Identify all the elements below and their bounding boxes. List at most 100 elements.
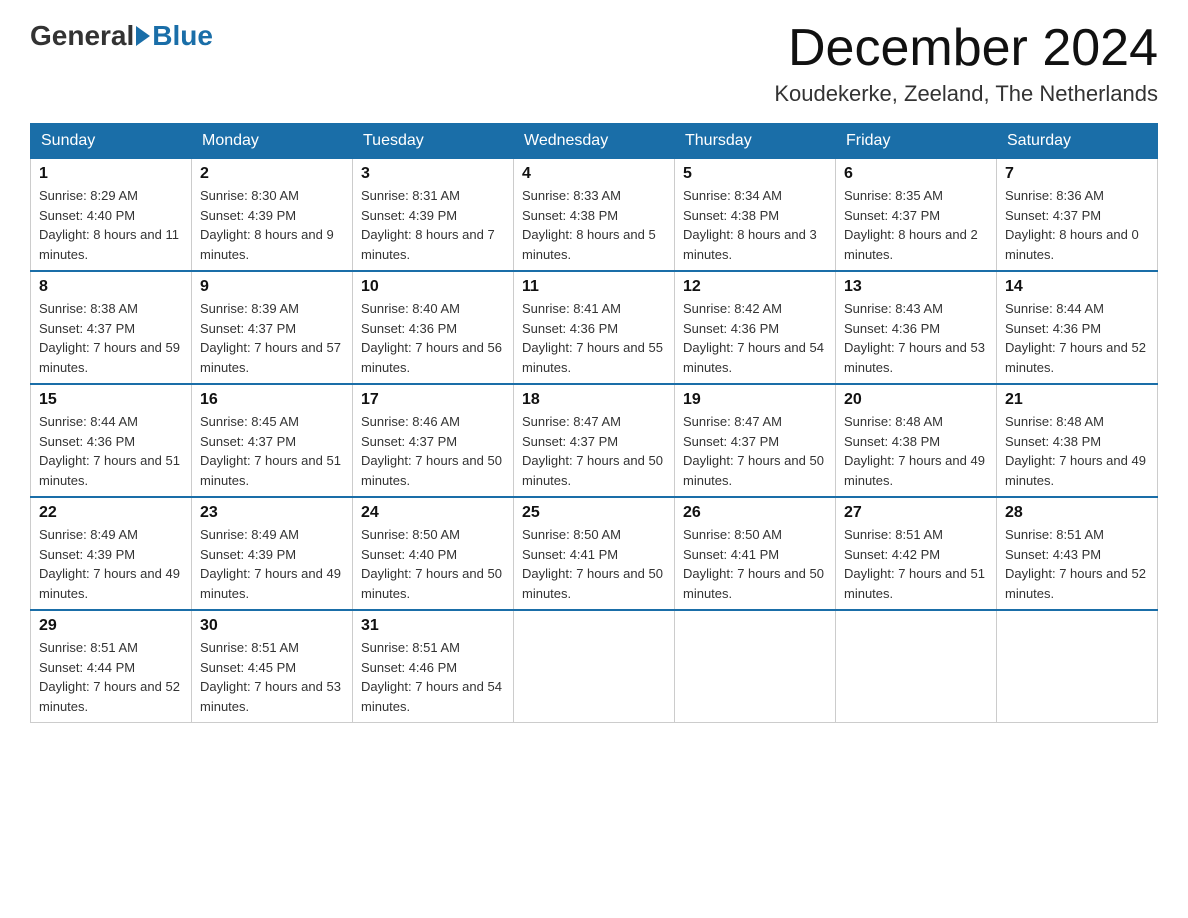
calendar-cell: 5Sunrise: 8:34 AMSunset: 4:38 PMDaylight…	[675, 159, 836, 272]
weekday-header-friday: Friday	[836, 124, 997, 159]
calendar-cell: 10Sunrise: 8:40 AMSunset: 4:36 PMDayligh…	[353, 271, 514, 384]
calendar-week-row: 29 Sunrise: 8:51 AMSunset: 4:44 PMDayligh…	[31, 610, 1158, 723]
day-number: 16	[200, 391, 344, 409]
calendar-cell: 3Sunrise: 8:31 AMSunset: 4:39 PMDaylight…	[353, 159, 514, 272]
day-info: Sunrise: 8:44 AMSunset: 4:36 PMDaylight:…	[39, 412, 183, 490]
calendar-cell: 17Sunrise: 8:46 AMSunset: 4:37 PMDayligh…	[353, 384, 514, 497]
calendar-cell: 24 Sunrise: 8:50 AMSunset: 4:40 PMDayligh…	[353, 497, 514, 610]
calendar-cell: 29 Sunrise: 8:51 AMSunset: 4:44 PMDayligh…	[31, 610, 192, 723]
day-info: Sunrise: 8:49 AMSunset: 4:39 PMDaylight:…	[39, 525, 183, 603]
day-number: 26	[683, 504, 827, 522]
calendar-cell: 12 Sunrise: 8:42 AMSunset: 4:36 PMDayligh…	[675, 271, 836, 384]
day-info: Sunrise: 8:51 AMSunset: 4:42 PMDaylight:…	[844, 525, 988, 603]
day-info: Sunrise: 8:48 AMSunset: 4:38 PMDaylight:…	[844, 412, 988, 490]
page-title: December 2024	[774, 20, 1158, 77]
day-info: Sunrise: 8:42 AMSunset: 4:36 PMDaylight:…	[683, 299, 827, 377]
weekday-header-thursday: Thursday	[675, 124, 836, 159]
day-number: 23	[200, 504, 344, 522]
day-number: 14	[1005, 278, 1149, 296]
calendar-cell: 1 Sunrise: 8:29 AMSunset: 4:40 PMDaylight…	[31, 159, 192, 272]
day-number: 31	[361, 617, 505, 635]
calendar-week-row: 8 Sunrise: 8:38 AMSunset: 4:37 PMDaylight…	[31, 271, 1158, 384]
calendar-cell: 21 Sunrise: 8:48 AMSunset: 4:38 PMDayligh…	[997, 384, 1158, 497]
calendar-cell: 6 Sunrise: 8:35 AMSunset: 4:37 PMDaylight…	[836, 159, 997, 272]
calendar-cell: 11Sunrise: 8:41 AMSunset: 4:36 PMDayligh…	[514, 271, 675, 384]
weekday-header-tuesday: Tuesday	[353, 124, 514, 159]
day-number: 15	[39, 391, 183, 409]
calendar-cell: 25Sunrise: 8:50 AMSunset: 4:41 PMDayligh…	[514, 497, 675, 610]
day-info: Sunrise: 8:44 AMSunset: 4:36 PMDaylight:…	[1005, 299, 1149, 377]
calendar-week-row: 1 Sunrise: 8:29 AMSunset: 4:40 PMDaylight…	[31, 159, 1158, 272]
calendar-cell: 23Sunrise: 8:49 AMSunset: 4:39 PMDayligh…	[192, 497, 353, 610]
day-info: Sunrise: 8:39 AMSunset: 4:37 PMDaylight:…	[200, 299, 344, 377]
calendar-cell: 14 Sunrise: 8:44 AMSunset: 4:36 PMDayligh…	[997, 271, 1158, 384]
day-number: 24	[361, 504, 505, 522]
day-number: 28	[1005, 504, 1149, 522]
logo: General Blue	[30, 20, 213, 52]
page-header: General Blue December 2024 Koudekerke, Z…	[30, 20, 1158, 107]
day-info: Sunrise: 8:35 AMSunset: 4:37 PMDaylight:…	[844, 186, 988, 264]
location-subtitle: Koudekerke, Zeeland, The Netherlands	[774, 81, 1158, 107]
day-number: 27	[844, 504, 988, 522]
day-number: 29	[39, 617, 183, 635]
day-number: 21	[1005, 391, 1149, 409]
calendar-cell: 19 Sunrise: 8:47 AMSunset: 4:37 PMDayligh…	[675, 384, 836, 497]
day-info: Sunrise: 8:46 AMSunset: 4:37 PMDaylight:…	[361, 412, 505, 490]
day-info: Sunrise: 8:33 AMSunset: 4:38 PMDaylight:…	[522, 186, 666, 264]
day-info: Sunrise: 8:41 AMSunset: 4:36 PMDaylight:…	[522, 299, 666, 377]
day-number: 9	[200, 278, 344, 296]
weekday-header-saturday: Saturday	[997, 124, 1158, 159]
day-number: 5	[683, 165, 827, 183]
calendar-cell	[514, 610, 675, 723]
calendar-week-row: 22 Sunrise: 8:49 AMSunset: 4:39 PMDayligh…	[31, 497, 1158, 610]
calendar-cell: 7Sunrise: 8:36 AMSunset: 4:37 PMDaylight…	[997, 159, 1158, 272]
day-number: 13	[844, 278, 988, 296]
calendar-cell: 4Sunrise: 8:33 AMSunset: 4:38 PMDaylight…	[514, 159, 675, 272]
calendar-cell	[675, 610, 836, 723]
day-info: Sunrise: 8:50 AMSunset: 4:40 PMDaylight:…	[361, 525, 505, 603]
calendar-cell: 13Sunrise: 8:43 AMSunset: 4:36 PMDayligh…	[836, 271, 997, 384]
weekday-header-sunday: Sunday	[31, 124, 192, 159]
day-number: 18	[522, 391, 666, 409]
day-info: Sunrise: 8:45 AMSunset: 4:37 PMDaylight:…	[200, 412, 344, 490]
weekday-header-monday: Monday	[192, 124, 353, 159]
calendar-cell: 22 Sunrise: 8:49 AMSunset: 4:39 PMDayligh…	[31, 497, 192, 610]
day-number: 7	[1005, 165, 1149, 183]
day-number: 10	[361, 278, 505, 296]
day-number: 20	[844, 391, 988, 409]
calendar-cell: 15 Sunrise: 8:44 AMSunset: 4:36 PMDayligh…	[31, 384, 192, 497]
day-info: Sunrise: 8:51 AMSunset: 4:44 PMDaylight:…	[39, 638, 183, 716]
calendar-cell: 2 Sunrise: 8:30 AMSunset: 4:39 PMDaylight…	[192, 159, 353, 272]
day-info: Sunrise: 8:51 AMSunset: 4:45 PMDaylight:…	[200, 638, 344, 716]
day-info: Sunrise: 8:47 AMSunset: 4:37 PMDaylight:…	[683, 412, 827, 490]
calendar-cell: 8 Sunrise: 8:38 AMSunset: 4:37 PMDaylight…	[31, 271, 192, 384]
day-number: 19	[683, 391, 827, 409]
day-number: 1	[39, 165, 183, 183]
day-info: Sunrise: 8:29 AMSunset: 4:40 PMDaylight:…	[39, 186, 183, 264]
weekday-header-row: SundayMondayTuesdayWednesdayThursdayFrid…	[31, 124, 1158, 159]
day-number: 6	[844, 165, 988, 183]
calendar-cell: 27 Sunrise: 8:51 AMSunset: 4:42 PMDayligh…	[836, 497, 997, 610]
day-number: 22	[39, 504, 183, 522]
calendar-cell: 18 Sunrise: 8:47 AMSunset: 4:37 PMDayligh…	[514, 384, 675, 497]
day-info: Sunrise: 8:31 AMSunset: 4:39 PMDaylight:…	[361, 186, 505, 264]
day-info: Sunrise: 8:38 AMSunset: 4:37 PMDaylight:…	[39, 299, 183, 377]
day-number: 12	[683, 278, 827, 296]
day-number: 30	[200, 617, 344, 635]
calendar-cell	[997, 610, 1158, 723]
day-info: Sunrise: 8:50 AMSunset: 4:41 PMDaylight:…	[683, 525, 827, 603]
calendar-cell: 28 Sunrise: 8:51 AMSunset: 4:43 PMDayligh…	[997, 497, 1158, 610]
day-number: 2	[200, 165, 344, 183]
day-number: 8	[39, 278, 183, 296]
calendar-table: SundayMondayTuesdayWednesdayThursdayFrid…	[30, 123, 1158, 723]
day-info: Sunrise: 8:30 AMSunset: 4:39 PMDaylight:…	[200, 186, 344, 264]
day-info: Sunrise: 8:48 AMSunset: 4:38 PMDaylight:…	[1005, 412, 1149, 490]
day-info: Sunrise: 8:47 AMSunset: 4:37 PMDaylight:…	[522, 412, 666, 490]
day-info: Sunrise: 8:51 AMSunset: 4:43 PMDaylight:…	[1005, 525, 1149, 603]
calendar-week-row: 15 Sunrise: 8:44 AMSunset: 4:36 PMDayligh…	[31, 384, 1158, 497]
calendar-cell: 31Sunrise: 8:51 AMSunset: 4:46 PMDayligh…	[353, 610, 514, 723]
logo-blue-text: Blue	[152, 20, 213, 52]
calendar-cell	[836, 610, 997, 723]
calendar-cell: 16 Sunrise: 8:45 AMSunset: 4:37 PMDayligh…	[192, 384, 353, 497]
weekday-header-wednesday: Wednesday	[514, 124, 675, 159]
